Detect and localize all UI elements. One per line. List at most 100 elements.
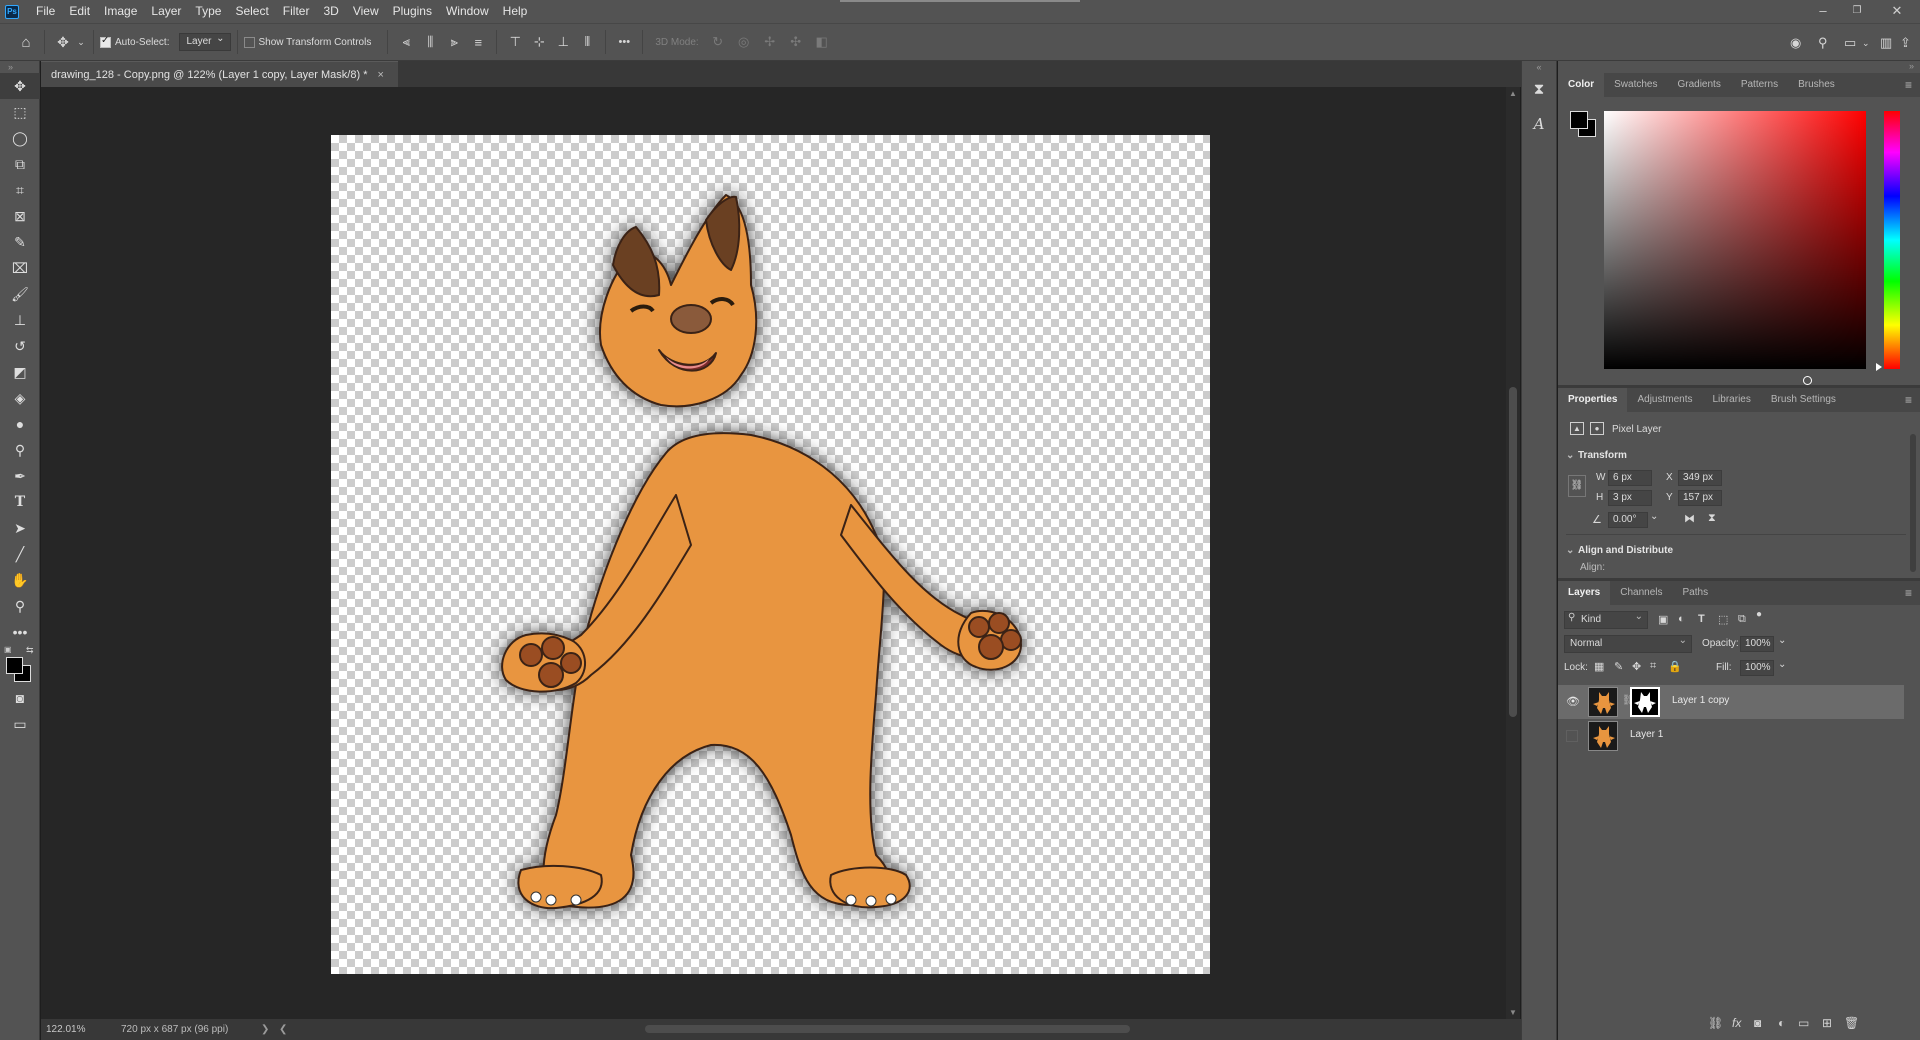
foreground-color-swatch[interactable] <box>6 657 23 674</box>
filter-smart-object-icon[interactable]: ⧉ <box>1738 613 1746 626</box>
picker-cursor[interactable] <box>1803 376 1812 385</box>
layer-mask-thumbnail[interactable] <box>1630 687 1660 717</box>
line-tool[interactable]: ╱ <box>0 541 40 567</box>
stamp-tool[interactable]: ⊥ <box>0 307 40 333</box>
layer-row[interactable]: Layer 1 <box>1558 719 1904 753</box>
distribute-v-icon[interactable]: ⦀ <box>575 34 599 50</box>
distribute-icon[interactable]: ≡ <box>466 35 490 50</box>
move-tool-icon[interactable]: ✥ <box>51 34 75 51</box>
pixel-layer-icon[interactable]: ▲ <box>1570 422 1584 435</box>
layer-row[interactable]: 👁 ⛓ Layer 1 copy <box>1558 685 1904 719</box>
lock-transparency-icon[interactable]: ▦ <box>1594 660 1604 673</box>
layer-thumbnail[interactable] <box>1588 721 1618 751</box>
restore-button[interactable]: ❐ <box>1840 0 1874 23</box>
menu-filter[interactable]: Filter <box>276 0 317 23</box>
properties-scrollbar[interactable] <box>1910 434 1916 572</box>
link-layers-icon[interactable]: ⛓ <box>1708 1016 1723 1030</box>
swap-colors-icon[interactable]: ⇆ <box>26 645 34 656</box>
link-dimensions-icon[interactable]: ⛓ <box>1568 475 1586 497</box>
search-icon[interactable]: ⚲ <box>1818 24 1828 62</box>
tab-patterns[interactable]: Patterns <box>1731 73 1788 97</box>
menu-layer[interactable]: Layer <box>144 0 188 23</box>
hand-tool[interactable]: ✋ <box>0 567 40 593</box>
workspace-icon[interactable]: ▭ <box>1844 24 1856 62</box>
status-menu-arrow-icon[interactable]: ❯ <box>261 1019 269 1040</box>
glyphs-icon[interactable]: A <box>1522 107 1556 141</box>
eraser-tool[interactable]: ◩ <box>0 359 40 385</box>
fill-chevron-icon[interactable]: ⌄ <box>1778 659 1786 670</box>
y-field[interactable]: 157 px <box>1678 490 1722 506</box>
quick-mask-button[interactable]: ◙ <box>0 685 40 711</box>
tab-brush-settings[interactable]: Brush Settings <box>1761 388 1846 412</box>
collapse-grip-icon[interactable]: « <box>1522 61 1556 73</box>
type-tool[interactable]: T <box>0 489 40 515</box>
panel-menu-icon[interactable]: ≡ <box>1905 581 1912 605</box>
opacity-chevron-icon[interactable]: ⌄ <box>1778 635 1786 646</box>
pen-tool[interactable]: ✒ <box>0 463 40 489</box>
close-tab-icon[interactable]: × <box>377 69 383 81</box>
tab-swatches[interactable]: Swatches <box>1604 73 1667 97</box>
align-bottom-icon[interactable]: ⊥ <box>551 34 575 50</box>
panel-menu-icon[interactable]: ≡ <box>1905 73 1912 97</box>
auto-select-checkbox[interactable] <box>100 35 111 48</box>
share-person-icon[interactable]: ◉ <box>1790 24 1801 62</box>
panel-menu-icon[interactable]: ≡ <box>1905 388 1912 412</box>
show-transform-checkbox[interactable] <box>243 36 255 48</box>
flip-horizontal-icon[interactable]: ⧓ <box>1684 512 1695 525</box>
align-section-header[interactable]: ⌄ Align and Distribute <box>1566 545 1673 556</box>
scroll-up-icon[interactable]: ▲ <box>1506 89 1520 98</box>
menu-type[interactable]: Type <box>188 0 228 23</box>
align-left-icon[interactable]: ⫷ <box>394 34 418 50</box>
scroll-left-icon[interactable]: ❮ <box>279 1019 287 1040</box>
zoom-level[interactable]: 122.01% <box>46 1019 85 1040</box>
frame-tool[interactable]: ⊠ <box>0 203 40 229</box>
align-middle-v-icon[interactable]: ⊹ <box>527 34 551 50</box>
object-select-tool[interactable]: ⧉ <box>0 151 40 177</box>
tab-channels[interactable]: Channels <box>1610 581 1672 605</box>
menu-help[interactable]: Help <box>496 0 535 23</box>
hue-marker-icon[interactable] <box>1876 363 1882 371</box>
fill-field[interactable]: 100% <box>1740 660 1774 676</box>
more-options-icon[interactable]: ••• <box>612 36 636 48</box>
tab-libraries[interactable]: Libraries <box>1703 388 1761 412</box>
tab-properties[interactable]: Properties <box>1558 388 1628 412</box>
height-field[interactable]: 3 px <box>1608 490 1652 506</box>
lasso-tool[interactable]: ◯ <box>0 125 40 151</box>
saturation-value-picker[interactable] <box>1604 111 1866 385</box>
color-foreground-swatch[interactable] <box>1570 111 1588 129</box>
home-icon[interactable]: ⌂ <box>14 34 38 51</box>
canvas-workspace[interactable] <box>41 87 1506 1019</box>
zoom-tool[interactable]: ⚲ <box>0 593 40 619</box>
transform-section-header[interactable]: ⌄ Transform <box>1566 450 1627 461</box>
width-field[interactable]: 6 px <box>1608 470 1652 486</box>
default-colors-icon[interactable]: ▣ <box>4 645 12 654</box>
horizontal-scroll-thumb[interactable] <box>645 1025 1130 1033</box>
layer-name[interactable]: Layer 1 copy <box>1672 695 1729 706</box>
menu-view[interactable]: View <box>346 0 386 23</box>
chevron-down-icon[interactable]: ⌄ <box>75 37 87 48</box>
minimize-button[interactable]: – <box>1806 0 1840 23</box>
menu-image[interactable]: Image <box>97 0 144 23</box>
menu-3d[interactable]: 3D <box>316 0 345 23</box>
fx-icon[interactable]: fx <box>1732 1016 1741 1030</box>
blend-mode-select[interactable]: Normal <box>1564 633 1692 653</box>
layer-name[interactable]: Layer 1 <box>1630 729 1663 740</box>
flip-vertical-icon[interactable]: ⧗ <box>1708 512 1716 525</box>
healing-tool[interactable]: ⌧ <box>0 255 40 281</box>
adjustment-layer-icon[interactable]: ◐ <box>1778 1016 1785 1030</box>
hue-slider[interactable] <box>1884 111 1900 369</box>
document-canvas[interactable] <box>331 135 1210 974</box>
layer-mask-icon[interactable]: ● <box>1590 422 1604 435</box>
eye-icon[interactable]: 👁 <box>1566 695 1580 708</box>
history-icon[interactable]: ⧗ <box>1522 73 1556 107</box>
scroll-down-icon[interactable]: ▼ <box>1506 1008 1520 1017</box>
history-brush-tool[interactable]: ↺ <box>0 333 40 359</box>
tab-layers[interactable]: Layers <box>1558 581 1611 605</box>
lock-all-icon[interactable]: 🔒 <box>1668 660 1682 673</box>
align-right-icon[interactable]: ⫸ <box>442 34 466 50</box>
align-top-icon[interactable]: ⊤ <box>503 34 527 50</box>
layer-thumbnail[interactable] <box>1588 687 1618 717</box>
x-field[interactable]: 349 px <box>1678 470 1722 486</box>
dodge-tool[interactable]: ⚲ <box>0 437 40 463</box>
filter-type-icon[interactable]: T <box>1698 613 1705 625</box>
